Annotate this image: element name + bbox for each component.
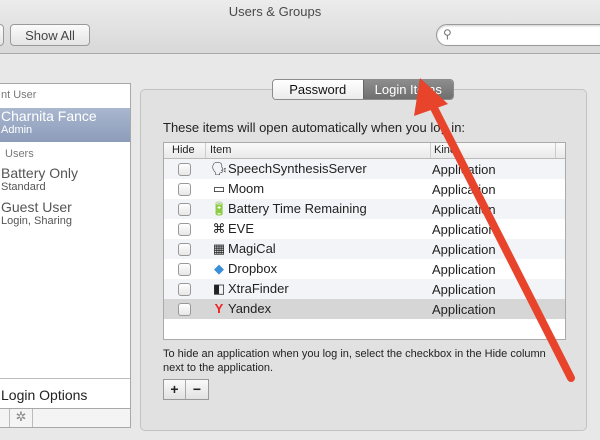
- annotation-arrow: [414, 78, 575, 382]
- arrow-shaft: [426, 96, 575, 382]
